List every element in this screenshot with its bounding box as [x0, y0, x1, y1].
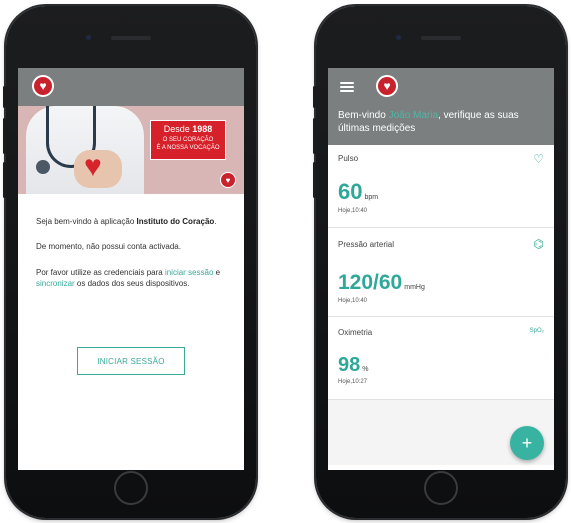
app-logo-icon: ♥: [376, 75, 398, 97]
since-prefix: Desde: [163, 124, 190, 134]
front-camera: [86, 35, 91, 40]
card-title: Pulso: [338, 154, 359, 163]
welcome-content: Seja bem-vindo à aplicação Instituto do …: [18, 216, 244, 289]
hero-badge: Desde 1988 O SEU CORAÇÃO É A NOSSA VOCAÇ…: [150, 120, 226, 160]
welcome-prefix: Seja bem-vindo à aplicação: [36, 217, 137, 226]
app-name: Instituto do Coração: [136, 217, 215, 226]
welcome-banner: Bem-vindo João Maria, verifique as suas …: [328, 105, 554, 145]
hero-slogan: O SEU CORAÇÃO É A NOSSA VOCAÇÃO: [151, 136, 225, 152]
card-title: Oximetria: [338, 328, 373, 337]
pressure-value: 120/60: [338, 271, 403, 294]
card-value: 98%: [338, 355, 368, 375]
card-oximetry[interactable]: Oximetria SpO₂ 98% Hoje,10:27: [328, 317, 554, 400]
volume-up-button: [3, 118, 6, 154]
sync-link[interactable]: sincronizar: [36, 279, 75, 288]
login-button[interactable]: INICIAR SESSÃO: [77, 347, 185, 375]
pressure-unit: mmHg: [404, 284, 425, 291]
card-time: Hoje,10:40: [338, 298, 368, 304]
card-time: Hoje,10:27: [338, 379, 368, 385]
card-title: Pressão arterial: [338, 240, 395, 249]
oximetry-value: 98: [338, 354, 361, 376]
user-name: João Maria: [388, 110, 439, 121]
volume-down-button: [3, 162, 6, 198]
heart-pulse-icon: ♡: [533, 152, 544, 166]
oximetry-unit: %: [362, 366, 369, 373]
welcome-text: Seja bem-vindo à aplicação Instituto do …: [36, 216, 226, 227]
front-camera: [396, 35, 401, 40]
hero-logo-icon: ♥: [220, 172, 236, 188]
earpiece-speaker: [111, 36, 151, 40]
no-account-text: De momento, não possui conta activada.: [36, 242, 181, 251]
blood-pressure-icon: ⌬: [533, 237, 544, 251]
app-bar: ♥: [18, 68, 244, 106]
phone-right: ♥ Bem-vindo João Maria, verifique as sua…: [313, 6, 566, 518]
hero-banner: ♥ Desde 1988 O SEU CORAÇÃO É A NOSSA VOC…: [18, 106, 244, 194]
screen-welcome: ♥ ♥ Desde 1988 O SEU CORAÇÃO É A NOSSA V…: [18, 68, 244, 470]
home-button[interactable]: [114, 471, 148, 505]
card-value: 120/60 mmHg: [338, 272, 425, 293]
app-bar: ♥: [328, 68, 554, 106]
side-button: [3, 86, 6, 108]
card-pulse[interactable]: Pulso ♡ 60 bpm Hoje,10:40: [328, 145, 554, 228]
instructions-text: Por favor utilize as credenciais para in…: [36, 267, 226, 289]
instructions-suffix: os dados dos seus dispositivos.: [74, 279, 190, 288]
app-logo-icon: ♥: [32, 75, 54, 97]
since-year: 1988: [192, 124, 213, 134]
instructions-prefix: Por favor utilize as credenciais para: [36, 268, 165, 277]
spo2-icon: SpO₂: [529, 328, 544, 334]
slogan-line-2: É A NOSSA VOCAÇÃO: [156, 145, 220, 151]
welcome-suffix: .: [214, 217, 217, 226]
side-button: [313, 86, 316, 108]
pulse-unit: bpm: [364, 194, 379, 201]
measurements-list: Pulso ♡ 60 bpm Hoje,10:40 Pressão arteria…: [328, 145, 554, 465]
hamburger-menu-icon[interactable]: [340, 82, 354, 92]
welcome-prefix: Bem-vindo: [338, 110, 389, 121]
add-measurement-button[interactable]: +: [510, 426, 544, 460]
home-button[interactable]: [424, 471, 458, 505]
earpiece-speaker: [421, 36, 461, 40]
volume-up-button: [313, 118, 316, 154]
pulse-value: 60: [338, 179, 363, 204]
stethoscope-disc-image: [36, 160, 50, 174]
card-time: Hoje,10:40: [338, 208, 368, 214]
volume-down-button: [313, 162, 316, 198]
screen-dashboard: ♥ Bem-vindo João Maria, verifique as sua…: [328, 68, 554, 470]
slogan-line-1: O SEU CORAÇÃO: [162, 137, 214, 143]
card-value: 60 bpm: [338, 181, 378, 203]
login-link[interactable]: iniciar sessão: [165, 268, 213, 277]
phone-left: ♥ ♥ Desde 1988 O SEU CORAÇÃO É A NOSSA V…: [3, 6, 256, 518]
instructions-mid: e: [213, 268, 221, 277]
card-blood-pressure[interactable]: Pressão arterial ⌬ 120/60 mmHg Hoje,10:40: [328, 228, 554, 317]
heart-icon: ♥: [84, 150, 102, 183]
